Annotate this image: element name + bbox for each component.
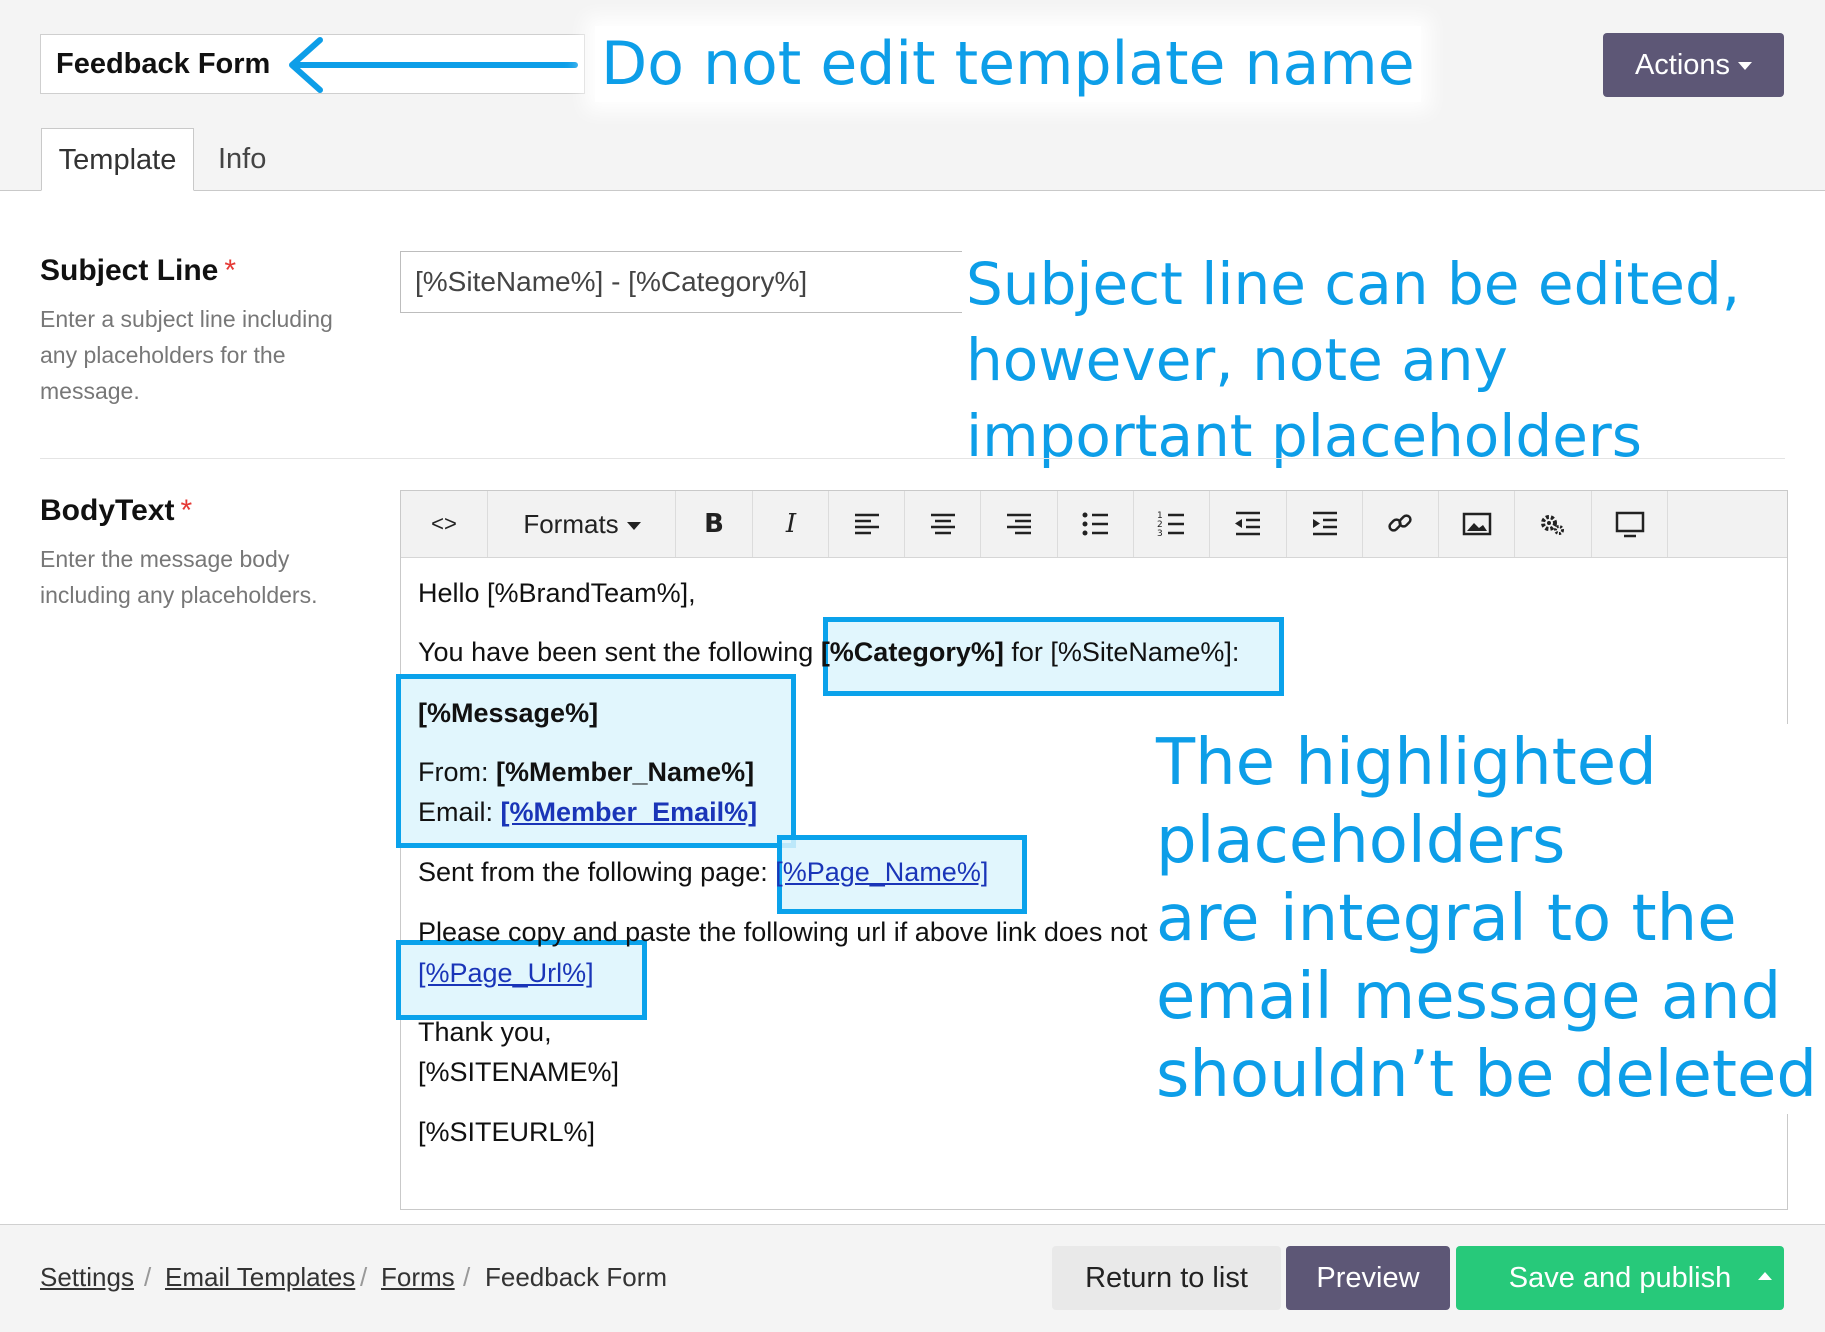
annotation-line: shouldn’t be deleted [1156,1038,1817,1112]
help-line: Enter a subject line including [40,306,333,332]
breadcrumb-email-templates[interactable]: Email Templates [165,1262,355,1293]
toolbar-separator [1591,491,1592,557]
page-url-link[interactable]: [%Page_Url%] [418,958,594,989]
message-placeholder: [%Message%] [418,698,599,728]
page-name-link[interactable]: [%Page_Name%] [775,857,988,887]
field-divider [40,458,1785,459]
breadcrumb-forms[interactable]: Forms [381,1262,455,1293]
category-placeholder: [%Category%] [820,637,1004,667]
page-prefix: Sent from the following page: [418,857,776,887]
email-label: Email: [418,797,501,827]
toolbar-separator [1438,491,1439,557]
member-email-link[interactable]: [%Member_Email%] [501,797,758,827]
body-text-help: Enter the message body including any pla… [40,541,360,613]
toolbar-separator [1514,491,1515,557]
body-email: Email: [%Member_Email%] [418,797,757,828]
annotation-subject: Subject line can be edited, however, not… [962,246,1745,474]
intro-prefix: You have been sent the following [418,637,821,667]
toolbar-separator [487,491,488,557]
subject-line-help: Enter a subject line including any place… [40,301,360,409]
toolbar-separator [1133,491,1134,557]
settings-gear-icon[interactable] [1525,499,1581,549]
editor-toolbar: <> Formats B I 123 [401,491,1787,558]
toolbar-separator [1362,491,1363,557]
intro-suffix: for [%SiteName%]: [1003,637,1240,667]
from-label: From: [418,757,496,787]
subject-line-label: Subject Line * [40,254,237,287]
member-name-placeholder: [%Member_Name%] [496,757,755,787]
help-line: message. [40,378,140,404]
annotation-template-name: Do not edit template name [595,26,1421,102]
breadcrumb-separator: / [360,1262,368,1292]
body-from: From: [%Member_Name%] [418,757,754,788]
outdent-icon[interactable] [1220,499,1276,549]
toolbar-separator [904,491,905,557]
annotation-placeholders: The highlighted placeholders are integra… [1150,724,1823,1114]
body-copy-text: Please copy and paste the following url … [418,917,1148,947]
body-page: Sent from the following page: [%Page_Nam… [418,857,988,888]
save-label: Save and publish [1508,1262,1732,1294]
body-sitename: [%SITENAME%] [418,1057,620,1087]
body-greeting: Hello [%BrandTeam%], [418,578,696,608]
toolbar-separator [1667,491,1668,557]
toolbar-separator [675,491,676,557]
bold-icon[interactable]: B [686,499,742,549]
indent-icon[interactable] [1297,499,1353,549]
caret-up-icon [1757,1272,1772,1280]
help-line: Enter the message body [40,546,290,572]
formats-dropdown[interactable]: Formats [497,499,667,549]
annotation-line: email message and [1156,960,1782,1034]
toolbar-separator [1209,491,1210,557]
preview-button[interactable]: Preview [1286,1246,1450,1310]
return-to-list-button[interactable]: Return to list [1052,1246,1281,1310]
required-marker: * [180,494,193,527]
breadcrumb-settings[interactable]: Settings [40,1262,134,1293]
body-thanks: Thank you, [418,1017,552,1047]
toolbar-separator [752,491,753,557]
annotation-line: however, note any [966,326,1508,394]
annotation-line: are integral to the [1156,882,1737,956]
align-left-icon[interactable] [839,499,895,549]
breadcrumb-link[interactable]: Forms [381,1262,455,1292]
breadcrumb-current: Feedback Form [485,1262,668,1292]
bullet-list-icon[interactable] [1068,499,1124,549]
body-siteurl: [%SITEURL%] [418,1117,596,1147]
help-line: any placeholders for the [40,342,286,368]
align-right-icon[interactable] [991,499,1047,549]
save-and-publish-button[interactable]: Save and publish [1456,1246,1784,1310]
breadcrumb-link[interactable]: Email Templates [165,1262,355,1292]
chevron-down-icon [626,522,641,531]
toolbar-separator [1286,491,1287,557]
image-icon[interactable] [1449,499,1505,549]
annotation-line: The highlighted [1156,726,1657,800]
annotation-line: placeholders [1156,804,1566,878]
breadcrumb-link[interactable]: Settings [40,1262,134,1292]
breadcrumb-separator: / [463,1262,471,1292]
source-code-icon[interactable]: <> [415,499,473,549]
help-line: including any placeholders. [40,582,318,608]
body-text-label: BodyText * [40,494,193,527]
italic-icon[interactable]: I [763,499,819,549]
annotation-line: important placeholders [966,402,1642,470]
app-frame: { "header": { "template_name": "Feedback… [0,0,1825,1332]
link-icon[interactable] [1373,499,1429,549]
preview-monitor-icon[interactable] [1602,499,1658,549]
toolbar-separator [828,491,829,557]
body-intro: You have been sent the following [%Categ… [418,637,1239,668]
align-center-icon[interactable] [915,499,971,549]
formats-label: Formats [523,509,619,539]
svg-text:3: 3 [1157,529,1163,539]
breadcrumb-separator: / [144,1262,152,1292]
toolbar-separator [1057,491,1058,557]
toolbar-separator [980,491,981,557]
numbered-list-icon[interactable]: 123 [1144,499,1200,549]
required-marker: * [224,254,237,287]
annotation-line: Subject line can be edited, [966,250,1741,318]
save-options-toggle[interactable] [1745,1246,1784,1310]
